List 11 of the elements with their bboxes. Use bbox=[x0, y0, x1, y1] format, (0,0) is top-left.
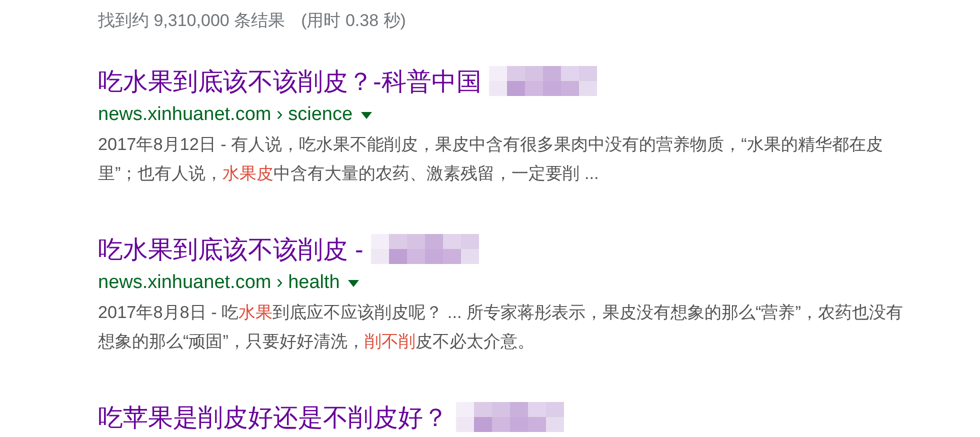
result-title-link[interactable]: 吃苹果是削皮好还是不削皮好？ bbox=[98, 400, 448, 434]
search-time: (用时 0.38 秒) bbox=[301, 10, 406, 32]
dropdown-caret-icon[interactable] bbox=[348, 280, 359, 286]
dropdown-caret-icon[interactable] bbox=[360, 112, 372, 118]
result-title-link[interactable]: 吃水果到底该不该削皮？-科普中国 bbox=[98, 64, 482, 98]
result-snippet: 2017年8月12日 - 有人说，吃水果不能削皮，果皮中含有很多果肉中没有的营养物质，“水果的精华都在皮里”；也有人说，水果皮中含有大量的农药、激素残留，一定要削 ... bbox=[98, 133, 884, 185]
result-url: news.xinhuanet.com › science bbox=[98, 104, 353, 126]
result-url: news.xinhuanet.com › health bbox=[98, 272, 340, 294]
result-title-link[interactable]: 吃水果到底该不该削皮 - bbox=[98, 232, 364, 266]
result-snippet: 2017年8月8日 - 吃水果到底应不应该削皮呢？ ... 所专家蒋彤表示，果皮没有想象的那么“营养”，农药也没有想象的那么“顽固”，只要好好清洗，削不削皮不必太介意。 bbox=[98, 301, 904, 353]
result-count: 找到约 9,310,000 条结果 bbox=[98, 10, 286, 32]
